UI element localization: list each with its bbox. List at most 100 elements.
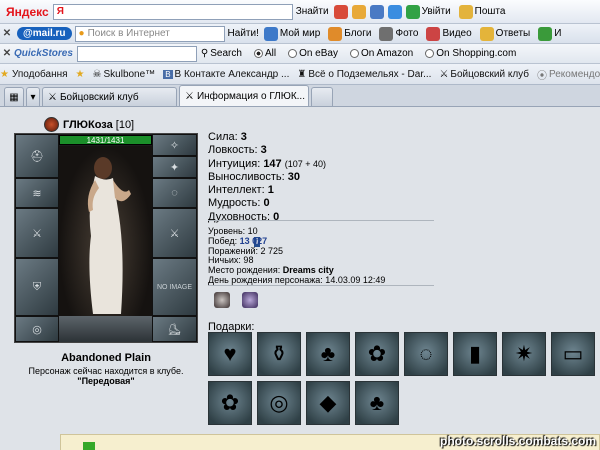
mace-icon[interactable]: ✷ [502,332,546,376]
character-figure [87,157,131,314]
character-info: Уровень: 10 Побед: 13 027 Поражений: 2 7… [208,226,385,286]
mailru-find-button[interactable]: Найти! [225,28,262,39]
mailru-item-myworld[interactable]: Мой мир [262,26,320,41]
clan-emblem-icon[interactable] [214,292,230,308]
belt-slot[interactable]: ◎ [15,316,59,342]
chat-icon[interactable] [351,4,366,19]
ring-icon: ◌ [171,187,178,199]
tab-character-info[interactable]: ⚔ Информация о ГЛЮК... [179,85,309,106]
location-hall: "Передовая" [77,376,135,386]
heart-pendant-icon[interactable]: ♥ [208,332,252,376]
tab-grid-button[interactable]: ▦ [4,87,24,106]
favorites-button[interactable]: ★ Уподобання [0,69,68,80]
search-icon: ⚲ [200,48,209,59]
stat-wisdom: Мудрость: 0 [208,197,270,210]
quickstores-option-all[interactable]: All [248,48,276,59]
star-add-icon: ★ [75,68,85,80]
close-icon[interactable]: ✕ [0,28,14,39]
stats-list: Сила: 3 Ловкость: 3 Интуиция: 147 (107 +… [208,131,326,224]
skull-icon: ☠ [92,68,102,80]
potion-bottle-icon[interactable]: ⚱ [257,332,301,376]
offhand-slot[interactable]: ⚔ [152,208,197,258]
quickstores-logo[interactable]: QuickStores [14,48,73,59]
pink-flower-icon[interactable]: ✿ [208,381,252,425]
quickstores-option-shopping[interactable]: On Shopping.com [419,48,516,59]
quickstores-search-input[interactable] [76,45,197,62]
location-title: Abandoned Plain [61,352,151,364]
wins-link[interactable]: 13 027 [240,236,268,246]
mailru-item-answers[interactable]: Ответы [478,26,530,41]
divider [208,220,434,221]
mailru-search-input[interactable]: ● Поиск в Интернет [74,25,225,42]
quickstores-option-ebay[interactable]: On eBay [282,48,338,59]
boots-slot[interactable]: ⛸ [152,316,197,342]
blue-mushroom-icon[interactable]: ♣ [306,332,350,376]
ruler-scroll-icon[interactable]: ▭ [551,332,595,376]
close-icon[interactable]: ✕ [0,48,14,59]
weapon-slot[interactable]: ⚔ [15,208,59,258]
sword-icon: ⚔ [32,227,42,240]
no-image-label: NO IMAGE [156,283,192,291]
mailru-item-more[interactable]: И [536,26,561,41]
quickstores-toolbar: ✕ QuickStores ⚲ Search All On eBay On Ama… [0,44,600,64]
mailru-item-video[interactable]: Видео [424,26,472,41]
yandex-find-button[interactable]: Знайти [293,6,332,17]
tab-new[interactable] [311,87,333,106]
quickstores-search-button[interactable]: ⚲ Search [201,48,242,59]
mailru-logo[interactable]: @mail.ru [17,27,72,40]
target-shield-icon[interactable]: ◎ [257,381,301,425]
equipment-doll: ⛑ ≋ ⚔ ⛨ ◎ 1431/1431 ✧ ✦ ◌ ⚔ NO IMAGE ⛸ [14,133,198,343]
bookmark-dungeons[interactable]: ♜ Всё о Подземельях - Dar... [297,69,431,80]
mail-icon[interactable] [458,4,473,19]
earrings-slot[interactable]: ✧ [152,134,197,156]
character-avatar [59,146,152,316]
rings-slot[interactable]: ◌ [152,178,197,208]
bookmark-combats[interactable]: ⚔ Бойцовский клуб [439,69,529,80]
order-emblem-icon[interactable] [242,292,258,308]
tab-fight-club[interactable]: ⚔ Бойцовский клуб [42,87,177,106]
shield-slot[interactable]: NO IMAGE [152,258,197,316]
yandex-login-button[interactable]: Увійти [422,6,451,17]
alignment-icon[interactable] [44,117,59,132]
hp-bar: 1431/1431 [59,135,152,145]
pearl-necklace-icon[interactable]: ◌ [404,332,448,376]
blue-mushroom-icon[interactable]: ♣ [355,381,399,425]
yandex-search-input[interactable]: Я [52,3,293,20]
bookmark-recommended[interactable]: ⦿Рекомендован [537,67,600,82]
mailru-item-blogs[interactable]: Блоги [326,26,371,41]
swords-icon: ⚔ [185,90,194,102]
bookmark-skulbone[interactable]: ☠ Skulbone™ [93,69,156,80]
pink-flower-icon[interactable]: ✿ [355,332,399,376]
pencil-icon[interactable] [333,4,348,19]
character-header: ГЛЮКоза [10] i [44,117,261,247]
bracers-icon: ≋ [32,187,42,200]
earrings-icon: ✧ [169,139,180,152]
chevron-down-icon: ▾ [30,91,36,103]
character-level: [10] [115,118,135,131]
boots-icon: ⛸ [167,323,182,336]
yandex-mail-button[interactable]: Пошта [475,6,506,17]
translate-icon[interactable] [387,4,402,19]
stat-spirituality: Духовность: 0 [208,210,280,223]
status-icon[interactable] [83,442,95,450]
mailru-item-photo[interactable]: Фото [377,26,418,41]
check-icon[interactable] [369,4,384,19]
green-bottle-icon[interactable]: ▮ [453,332,497,376]
gifts-grid: ♥ ⚱ ♣ ✿ ◌ ▮ ✷ ▭ ✿ ◎ ◆ ♣ [208,332,600,425]
helmet-slot[interactable]: ⛑ [15,134,59,178]
green-gem-icon[interactable]: ◆ [306,381,350,425]
bookmark-vkontakte[interactable]: BВ Контакте Александр ... [163,69,289,80]
tab-list-dropdown[interactable]: ▾ [26,87,40,106]
yandex-logo[interactable]: Яндекс [6,5,49,19]
location-line: Персонаж сейчас находится в клубе. [28,366,184,376]
add-favorite-button[interactable]: ★ [76,69,85,80]
bracers-slot[interactable]: ≋ [15,178,59,208]
necklace-slot[interactable]: ✦ [152,156,197,178]
belt-icon: ◎ [32,323,42,336]
armor-slot[interactable]: ⛨ [15,258,59,316]
stat-strength: Сила: 3 [208,131,247,143]
yandex-toolbar: Яндекс Я Знайти Увійти Пошта [0,0,600,24]
star-icon: ★ [0,68,9,80]
quickstores-option-amazon[interactable]: On Amazon [344,48,413,59]
login-icon[interactable] [405,4,420,19]
